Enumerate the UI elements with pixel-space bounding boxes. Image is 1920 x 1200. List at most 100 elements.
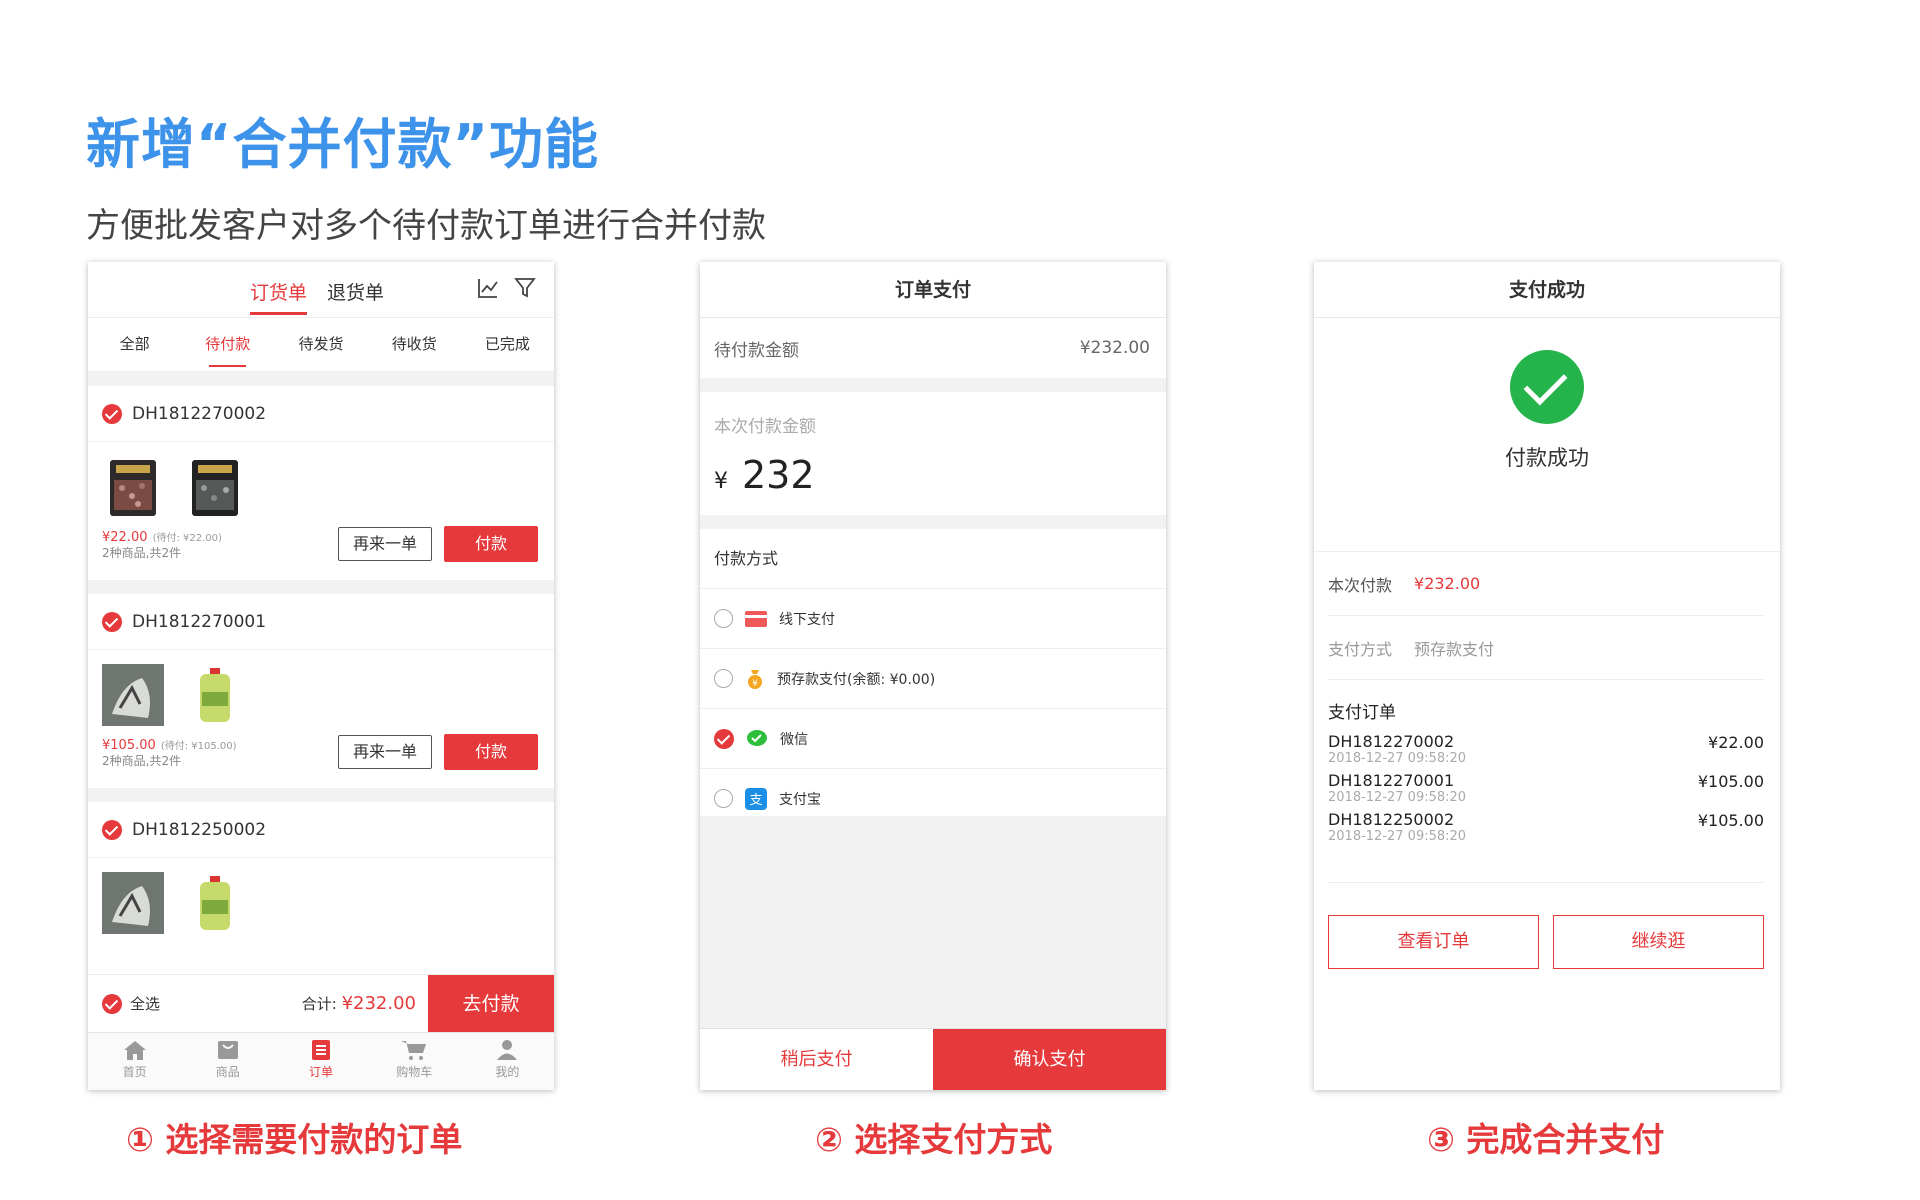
- status-tabs: 全部 待付款 待发货 待收货 已完成: [88, 318, 554, 372]
- radio-icon[interactable]: [714, 669, 733, 688]
- status-tab-to-receive[interactable]: 待收货: [368, 318, 461, 371]
- success-text: 付款成功: [1505, 446, 1589, 470]
- bag-icon: [217, 1041, 238, 1059]
- tabbar-item-home[interactable]: 首页: [88, 1033, 181, 1090]
- go-pay-button[interactable]: 去付款: [428, 974, 554, 1033]
- status-tab-all[interactable]: 全部: [88, 318, 181, 371]
- paid-amount-row: 本次付款 ¥232.00: [1328, 552, 1764, 616]
- success-check-icon: [1510, 350, 1584, 424]
- status-tab-completed[interactable]: 已完成: [461, 318, 554, 371]
- due-amount-value: ¥232.00: [1079, 338, 1150, 358]
- payment-option-offline[interactable]: 线下支付: [700, 589, 1166, 649]
- money-bag-icon: ¥: [748, 669, 762, 689]
- cart-icon: [401, 1041, 427, 1060]
- caption-step-3: ③ 完成合并支付: [1427, 1120, 1665, 1159]
- page-subline: 方便批发客户对多个待付款订单进行合并付款: [86, 206, 766, 246]
- screen-title: 订单支付: [700, 262, 1166, 318]
- order-number: DH1812270001: [132, 611, 267, 632]
- tabbar-item-orders[interactable]: 订单: [274, 1033, 367, 1090]
- view-order-button[interactable]: 查看订单: [1328, 915, 1539, 969]
- paid-order-item: DH1812270001 2018-12-27 09:58:20 ¥105.00: [1328, 771, 1764, 806]
- page-headline: 新增“合并付款”功能: [86, 113, 599, 176]
- product-image[interactable]: [184, 872, 246, 934]
- radio-checked-icon[interactable]: [714, 728, 734, 749]
- paid-amount-value: ¥232.00: [1414, 574, 1481, 593]
- total-label: 合计:: [301, 995, 337, 1013]
- payment-option-wechat[interactable]: 微信: [700, 709, 1166, 769]
- tab-purchase-orders[interactable]: 订货单: [250, 278, 308, 315]
- screen-title: 支付成功: [1314, 262, 1780, 318]
- pay-method-label: 支付方式: [1328, 639, 1393, 659]
- order-card: DH1812270002 ¥22.00 (待付: ¥22.00) 2种商品,共2…: [88, 386, 554, 580]
- product-image[interactable]: [102, 456, 164, 518]
- svg-text:支: 支: [749, 793, 762, 808]
- success-banner: 付款成功: [1314, 318, 1780, 552]
- order-item-count: 2种商品,共2件: [102, 545, 182, 560]
- alipay-icon: 支: [745, 787, 767, 810]
- product-image[interactable]: [184, 664, 246, 726]
- user-icon: [497, 1040, 518, 1060]
- pay-amount-box: 本次付款金额 ¥232: [700, 392, 1166, 515]
- order-doc-icon: [312, 1040, 330, 1060]
- tab-return-orders[interactable]: 退货单: [327, 278, 384, 305]
- caption-step-2: ② 选择支付方式: [815, 1120, 1053, 1159]
- paid-amount-label: 本次付款: [1328, 575, 1393, 595]
- product-image[interactable]: [102, 664, 164, 726]
- radio-icon[interactable]: [714, 789, 733, 808]
- screen-order-list: 订货单 退货单 全部 待付款 待发货 待收货 已完成 DH1812270002 …: [88, 262, 554, 1090]
- payment-option-prepaid[interactable]: ¥ 预存款支付(余额: ¥0.00): [700, 649, 1166, 709]
- order-list-header: 订货单 退货单: [88, 262, 554, 318]
- confirm-pay-button[interactable]: 确认支付: [933, 1029, 1166, 1090]
- svg-text:¥: ¥: [752, 679, 758, 689]
- bottom-tabbar: 首页 商品 订单 购物车 我的: [88, 1032, 554, 1090]
- filter-icon[interactable]: [514, 276, 536, 300]
- tabbar-item-products[interactable]: 商品: [181, 1033, 274, 1090]
- tabbar-item-me[interactable]: 我的: [461, 1033, 554, 1090]
- status-tab-unpaid[interactable]: 待付款: [181, 318, 274, 371]
- order-card: DH1812250002: [88, 802, 554, 942]
- order-due-note: (待付: ¥105.00): [160, 740, 237, 752]
- pay-amount-label: 本次付款金额: [714, 417, 816, 437]
- paid-orders-title: 支付订单: [1328, 703, 1396, 723]
- select-all-label[interactable]: 全选: [130, 993, 160, 1014]
- checkout-bar: 全选 合计: ¥232.00 去付款: [88, 974, 554, 1033]
- reorder-button[interactable]: 再来一单: [338, 527, 432, 561]
- pay-method-value: 预存款支付: [1414, 639, 1495, 659]
- product-image[interactable]: [184, 456, 246, 518]
- due-amount-label: 待付款金额: [714, 340, 799, 361]
- order-number: DH1812270002: [132, 403, 267, 424]
- check-icon[interactable]: [102, 611, 122, 632]
- pay-amount-input[interactable]: 232: [742, 453, 815, 497]
- check-icon[interactable]: [102, 819, 122, 840]
- caption-step-1: ① 选择需要付款的订单: [126, 1120, 463, 1159]
- total-value: ¥232.00: [341, 993, 416, 1014]
- order-price: ¥22.00: [102, 529, 148, 545]
- order-item-count: 2种商品,共2件: [102, 753, 182, 768]
- tabbar-item-cart[interactable]: 购物车: [368, 1033, 461, 1090]
- pay-later-button[interactable]: 稍后支付: [700, 1029, 933, 1090]
- order-due-note: (待付: ¥22.00): [152, 532, 222, 544]
- home-icon: [123, 1041, 146, 1060]
- success-actions: 查看订单 继续逛: [1328, 882, 1764, 969]
- status-tab-to-ship[interactable]: 待发货: [274, 318, 367, 371]
- check-icon[interactable]: [102, 403, 122, 424]
- screen-order-payment: 订单支付 待付款金额 ¥232.00 本次付款金额 ¥232 付款方式 线下支付…: [700, 262, 1166, 1090]
- select-all-check-icon[interactable]: [102, 993, 122, 1014]
- currency-symbol: ¥: [714, 469, 728, 494]
- radio-icon[interactable]: [714, 609, 733, 628]
- bank-card-icon: [745, 610, 767, 627]
- continue-shopping-button[interactable]: 继续逛: [1553, 915, 1764, 969]
- wechat-icon: [747, 729, 767, 746]
- order-card: DH1812270001 ¥105.00 (待付: ¥105.00) 2种商品,…: [88, 594, 554, 788]
- paid-order-item: DH1812250002 2018-12-27 09:58:20 ¥105.00: [1328, 810, 1764, 845]
- pay-button[interactable]: 付款: [444, 526, 538, 562]
- reorder-button[interactable]: 再来一单: [338, 735, 432, 769]
- due-amount-row: 待付款金额 ¥232.00: [700, 318, 1166, 378]
- chart-icon[interactable]: [476, 276, 500, 300]
- pay-button[interactable]: 付款: [444, 734, 538, 770]
- payment-action-bar: 稍后支付 确认支付: [700, 1028, 1166, 1090]
- pay-method-row: 支付方式 预存款支付: [1328, 616, 1764, 680]
- order-price: ¥105.00: [102, 737, 156, 753]
- order-number: DH1812250002: [132, 819, 267, 840]
- product-image[interactable]: [102, 872, 164, 934]
